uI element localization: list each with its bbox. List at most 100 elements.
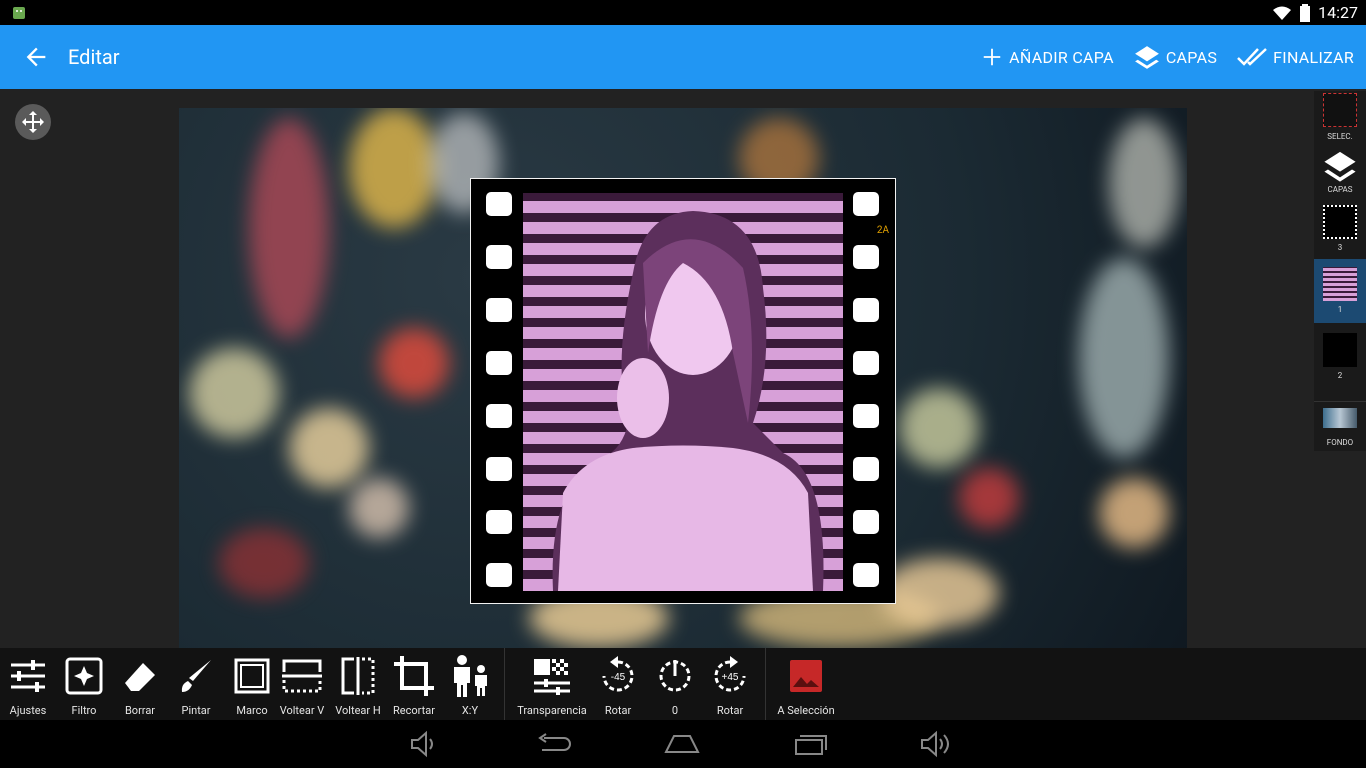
- flip-vertical-tool[interactable]: Voltear V: [274, 654, 330, 717]
- aspect-ratio-tool[interactable]: X:Y: [442, 654, 498, 717]
- tool-divider: [765, 648, 766, 720]
- layer-1[interactable]: 1: [1314, 259, 1366, 323]
- sliders-icon: [11, 660, 45, 692]
- volume-down-icon: [411, 730, 433, 758]
- crop-tool[interactable]: Recortar: [386, 654, 442, 717]
- move-button[interactable]: [15, 104, 51, 140]
- layer-label: CAPAS: [1327, 185, 1353, 194]
- crop-icon: [394, 656, 434, 696]
- flip-horizontal-icon: [341, 657, 375, 695]
- layer-label: 1: [1337, 305, 1343, 314]
- svg-text:+45: +45: [722, 672, 739, 683]
- layer-select[interactable]: SELEC.: [1314, 93, 1366, 141]
- layer-thumb: [1323, 333, 1357, 367]
- back-arrow-icon[interactable]: [22, 43, 50, 71]
- portrait-photo: [523, 193, 843, 591]
- svg-text:-45: -45: [611, 672, 626, 683]
- double-check-icon: [1237, 48, 1268, 66]
- back-button[interactable]: [534, 730, 574, 758]
- add-layer-button[interactable]: AÑADIR CAPA: [981, 46, 1114, 68]
- volume-up-icon: [921, 730, 949, 758]
- filter-tool[interactable]: Filtro: [56, 654, 112, 717]
- finish-label: FINALIZAR: [1273, 47, 1354, 67]
- portrait-silhouette: [552, 211, 824, 591]
- home-icon: [664, 735, 700, 753]
- layers-icon: [1134, 46, 1159, 69]
- tool-label: Ajustes: [9, 704, 47, 717]
- tool-label: X:Y: [461, 704, 479, 717]
- layer-thumb: [1323, 205, 1357, 239]
- back-nav-icon: [538, 733, 571, 751]
- recent-apps-button[interactable]: [790, 730, 830, 758]
- layer-label: 2: [1337, 371, 1343, 380]
- layer-thumb: [1323, 267, 1357, 301]
- adjust-tool[interactable]: Ajustes: [0, 654, 56, 717]
- layer-label: FONDO: [1326, 438, 1354, 447]
- plus-icon: [983, 48, 1001, 66]
- tool-label: Voltear H: [335, 704, 381, 717]
- tool-label: Filtro: [71, 704, 97, 717]
- flip-vertical-icon: [282, 659, 322, 693]
- frame-tool[interactable]: Marco: [224, 654, 280, 717]
- battery-icon: [1300, 3, 1311, 22]
- erase-tool[interactable]: Borrar: [112, 654, 168, 717]
- transparency-icon: [534, 659, 570, 695]
- brush-icon: [181, 660, 211, 692]
- status-bar: 14:27: [0, 0, 1366, 25]
- tool-divider: [504, 648, 505, 720]
- status-time: 14:27: [1318, 3, 1358, 22]
- layers-button[interactable]: CAPAS: [1134, 44, 1217, 70]
- paint-tool[interactable]: Pintar: [168, 654, 224, 717]
- rotate-reset-icon: [659, 660, 691, 692]
- rotate-reset-tool[interactable]: 0: [647, 654, 703, 717]
- android-icon: [13, 7, 25, 19]
- system-nav-bar: [0, 720, 1366, 768]
- layer-background[interactable]: FONDO: [1314, 401, 1366, 447]
- layer-3[interactable]: 3: [1314, 205, 1366, 252]
- tool-label: 0: [671, 704, 679, 717]
- volume-up-button[interactable]: [916, 730, 956, 758]
- to-selection-tool[interactable]: A Selección: [770, 654, 842, 717]
- tool-label: A Selección: [777, 704, 835, 717]
- volume-down-button[interactable]: [404, 730, 444, 758]
- tool-label: Pintar: [181, 704, 211, 717]
- editor-workspace: 2A: [0, 89, 1366, 668]
- wifi-icon: [1273, 6, 1292, 20]
- home-button[interactable]: [662, 730, 702, 758]
- layer-thumb: [1323, 408, 1357, 428]
- rotate-right-tool[interactable]: +45 Rotar: [702, 654, 758, 717]
- flip-horizontal-tool[interactable]: Voltear H: [330, 654, 386, 717]
- layer-label: 3: [1337, 243, 1343, 252]
- tool-label: Rotar: [604, 704, 632, 717]
- rotate-left-tool[interactable]: -45 Rotar: [590, 654, 646, 717]
- people-scale-icon: [454, 655, 487, 697]
- rotate-right-icon: +45: [714, 656, 746, 692]
- tool-bar: Ajustes Filtro Borrar Pintar Marco Volte…: [0, 648, 1366, 720]
- tool-label: Borrar: [124, 704, 156, 717]
- finish-button[interactable]: FINALIZAR: [1237, 46, 1354, 68]
- magic-filter-icon: [65, 657, 103, 695]
- app-toolbar: Editar AÑADIR CAPA CAPAS FINALIZAR: [0, 25, 1366, 89]
- eraser-icon: [125, 663, 155, 691]
- layers-icon: [1324, 151, 1356, 182]
- tool-label: Voltear V: [279, 704, 325, 717]
- image-selection-icon: [790, 660, 822, 692]
- tool-label: Transparencia: [517, 704, 587, 717]
- selection-thumb: [1323, 93, 1357, 127]
- layer-2[interactable]: 2: [1314, 333, 1366, 380]
- layers-panel: SELEC. CAPAS 3 1 2 FONDO: [1314, 91, 1366, 451]
- transparency-tool[interactable]: Transparencia: [512, 654, 592, 717]
- move-arrows-icon: [22, 111, 44, 133]
- film-frame-layer[interactable]: 2A: [470, 178, 896, 604]
- layer-capas[interactable]: CAPAS: [1314, 149, 1366, 194]
- layer-label: SELEC.: [1327, 132, 1353, 141]
- tool-label: Rotar: [716, 704, 744, 717]
- add-layer-label: AÑADIR CAPA: [1009, 47, 1114, 67]
- recent-apps-icon: [795, 735, 827, 755]
- tool-label: Marco: [236, 704, 268, 717]
- frame-tag: 2A: [876, 225, 889, 236]
- frame-icon: [234, 658, 270, 694]
- rotate-left-icon: -45: [602, 656, 634, 692]
- layers-label: CAPAS: [1165, 47, 1218, 67]
- tool-label: Recortar: [393, 704, 435, 717]
